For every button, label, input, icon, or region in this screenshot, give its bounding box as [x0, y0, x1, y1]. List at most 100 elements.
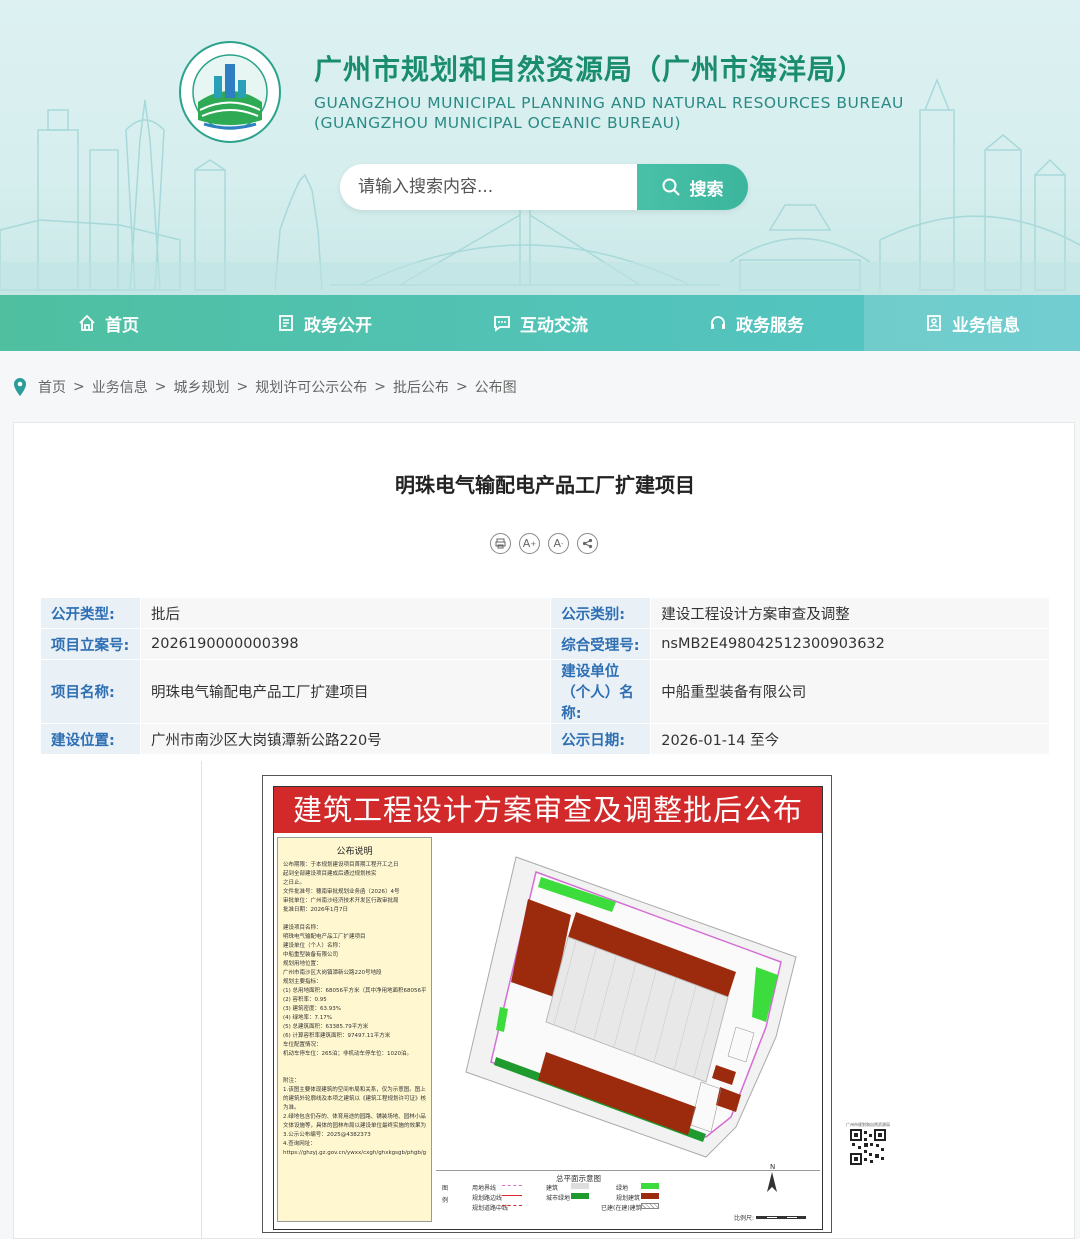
- notice-line: (4) 绿地率：7.17%: [283, 1015, 333, 1021]
- table-row: 建设位置: 广州市南沙区大岗镇潭新公路220号 公示日期: 2026-01-14…: [40, 723, 1050, 755]
- bureau-seal-logo: [179, 41, 281, 143]
- builder-name-value: 中船重型装备有限公司: [650, 659, 1050, 724]
- breadcrumb-urban-planning[interactable]: 城乡规划: [173, 377, 229, 397]
- project-info-table: 公开类型: 批后 公示类别: 建设工程设计方案审查及调整 项目立案号: 2026…: [40, 597, 1050, 755]
- scale-label: 比例尺:: [734, 1215, 755, 1222]
- notice-line: (2) 容积率：0.95: [283, 997, 327, 1003]
- site-plan-drawing: [436, 837, 820, 1167]
- nav-item-label: 互动交流: [520, 315, 588, 336]
- table-row: 公开类型: 批后 公示类别: 建设工程设计方案审查及调整: [40, 597, 1050, 629]
- document-icon: [279, 315, 293, 331]
- search-input[interactable]: [340, 164, 636, 210]
- north-arrow-label: N: [770, 1163, 776, 1171]
- article-tools: A + A-: [490, 533, 598, 554]
- notice-line: 3.公示公布编号：2025@4382373: [283, 1132, 371, 1138]
- article-card: 明珠电气输配电产品工厂扩建项目 A + A- 公开类型: 批后 公示类别: 建设工…: [13, 422, 1075, 1239]
- notice-line: [283, 1068, 426, 1077]
- nav-item-label: 政务公开: [304, 315, 372, 336]
- plan-legend: 总平面示意图 图 例 用地界线 规划路边线 规划道路中线 建筑 城市绿地 绿地 …: [436, 1163, 820, 1225]
- breadcrumb-separator: >: [455, 379, 468, 395]
- publicity-type-label: 公开类型:: [40, 597, 141, 629]
- notice-title: 公布说明: [336, 847, 373, 857]
- breadcrumb-notice-map[interactable]: 公布图: [475, 377, 517, 397]
- share-icon[interactable]: [577, 533, 598, 554]
- acceptance-number-label: 综合受理号:: [550, 628, 652, 660]
- notice-line: 建设单位（个人）名称：: [283, 943, 344, 949]
- plan-frame: 建筑工程设计方案审查及调整批后公布 公布说明 公布期限：于本规划建设项目首期工程…: [273, 786, 823, 1230]
- nav-item-business-info[interactable]: 业务信息: [864, 295, 1080, 351]
- legend-item-green: 绿地: [616, 1185, 629, 1192]
- nav-item-label: 首页: [105, 315, 139, 336]
- notice-line: 中船重型装备有限公司: [283, 952, 339, 958]
- project-name-label: 项目名称:: [40, 659, 141, 724]
- search-button-label: 搜索: [689, 179, 724, 200]
- legend-item-planned-building: 规划建筑: [616, 1195, 641, 1202]
- notice-date-label: 公示日期:: [550, 723, 652, 755]
- project-filing-number-value: 2026190000000398: [139, 628, 552, 660]
- notice-line: 审批单位：广州南沙经济技术开发区行政审批局: [283, 898, 399, 904]
- nav-item-label: 政务服务: [736, 315, 804, 336]
- site-title-en-line1: GUANGZHOU MUNICIPAL PLANNING AND NATURAL…: [314, 94, 904, 112]
- notice-line: 机动车停车位：265泊；非机动车停车位：1020泊。: [283, 1051, 412, 1057]
- breadcrumb-separator: >: [154, 379, 167, 395]
- qr-caption: 广州市规划和自然资源局: [846, 1122, 890, 1127]
- table-row: 项目立案号: 2026190000000398 综合受理号: nsMB2E498…: [40, 628, 1050, 660]
- breadcrumb-separator: >: [374, 379, 386, 395]
- acceptance-number-value: nsMB2E498042512300903632: [650, 628, 1050, 660]
- legend-item-road-edge: 规划路边线: [472, 1195, 503, 1202]
- home-icon: [79, 314, 95, 331]
- print-icon[interactable]: [490, 533, 511, 554]
- notice-line: 4.查询网址：: [283, 1141, 316, 1147]
- notice-line: 为准。: [283, 1105, 300, 1111]
- nav-item-interaction[interactable]: 互动交流: [432, 295, 648, 351]
- notice-line: 文体设施等，具体的园林布局以建设单位最终实施的效果为准。: [283, 1123, 426, 1129]
- notice-line: 文件批准号：穗南审批规划业务函〔2026〕4号: [283, 889, 400, 895]
- breadcrumb-separator: >: [73, 379, 85, 395]
- article-title: 明珠电气输配电产品工厂扩建项目: [395, 473, 695, 497]
- notice-category-value: 建设工程设计方案审查及调整: [650, 597, 1050, 629]
- notice-line: (1) 总用地面积：68056平方米（其中净用地面积68056平方米）: [283, 988, 426, 994]
- notice-line: 批准日期：2026年1月7日: [283, 907, 348, 913]
- breadcrumb-permit-notice[interactable]: 规划许可公示公布: [255, 377, 367, 397]
- font-increase-icon[interactable]: A +: [519, 533, 540, 554]
- legend-item-city-green: 城市绿地: [546, 1195, 571, 1202]
- project-filing-number-label: 项目立案号:: [40, 628, 141, 660]
- nav-item-government-affairs[interactable]: 政务公开: [216, 295, 432, 351]
- breadcrumb-post-approval[interactable]: 批后公布: [393, 377, 449, 397]
- plan-notice-image[interactable]: 建筑工程设计方案审查及调整批后公布 公布说明 公布期限：于本规划建设项目首期工程…: [262, 775, 832, 1233]
- qr-code-icon[interactable]: [850, 1129, 886, 1165]
- font-decrease-icon[interactable]: A-: [548, 533, 569, 554]
- table-row: 项目名称: 明珠电气输配电产品工厂扩建项目 建设单位（个人）名称: 中船重型装备…: [40, 659, 1050, 724]
- headset-icon: [711, 316, 725, 329]
- plan-banner-title: 建筑工程设计方案审查及调整批后公布: [274, 787, 822, 833]
- city-skyline-illustration: [0, 77, 1080, 295]
- legend-item-existing-building: 已建(在建)建筑: [601, 1205, 642, 1212]
- plan-image-container: 建筑工程设计方案审查及调整批后公布 公布说明 公布期限：于本规划建设项目首期工程…: [201, 761, 890, 1239]
- clipboard-user-icon: [927, 315, 941, 331]
- legend-item-building: 建筑: [546, 1185, 559, 1192]
- notice-date-value: 2026-01-14 至今: [650, 723, 1050, 755]
- nav-item-government-services[interactable]: 政务服务: [648, 295, 864, 351]
- notice-category-label: 公示类别:: [550, 597, 652, 629]
- search-bar: 搜索: [340, 164, 748, 210]
- breadcrumb-business-info[interactable]: 业务信息: [92, 377, 148, 397]
- legend-item-boundary: 用地界线: [472, 1185, 497, 1192]
- notice-line: 规划用地位置：: [283, 961, 322, 967]
- notice-line: 起到全部建设项目建成后通过规划核实: [283, 871, 377, 877]
- north-arrow-icon: [767, 1172, 777, 1192]
- notice-line: 之日止。: [283, 880, 306, 886]
- notice-line: 的建筑外轮廓线及本项之建筑以《建筑工程规划许可证》核定: [283, 1096, 426, 1102]
- notice-line: 规划主要指标：: [283, 979, 322, 985]
- notice-line: (5) 总建筑面积：63385.79平方米: [283, 1024, 369, 1030]
- search-button[interactable]: 搜索: [637, 164, 748, 210]
- breadcrumb-home[interactable]: 首页: [38, 377, 66, 397]
- notice-line: [283, 915, 426, 924]
- site-title-cn: 广州市规划和自然资源局（广州市海洋局）: [314, 53, 866, 86]
- construction-location-label: 建设位置:: [40, 723, 141, 755]
- legend-side-label: 图 例: [442, 1185, 449, 1204]
- publicity-type-value: 批后: [139, 597, 552, 629]
- notice-line: (6) 计算容积率建筑面积：97497.11平方米: [283, 1033, 391, 1039]
- nav-item-home[interactable]: 首页: [0, 295, 216, 351]
- notice-line: 明珠电气输配电产品工厂扩建项目: [283, 934, 366, 940]
- notice-line: 广州市南沙区大岗镇潭新公路220号地段: [283, 970, 382, 976]
